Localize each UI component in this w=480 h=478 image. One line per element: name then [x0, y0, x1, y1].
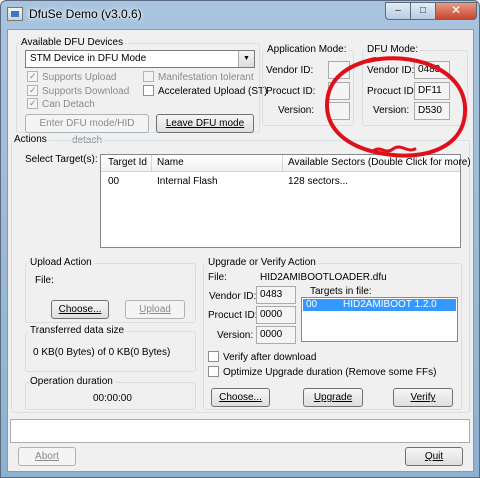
upgrade-choose-button[interactable]: Choose...	[211, 388, 270, 407]
accelerated-upload-option[interactable]: Accelerated Upload (ST)	[143, 85, 268, 98]
col-sectors[interactable]: Available Sectors (Double Click for more…	[288, 157, 471, 168]
target-file-id: 00	[306, 299, 318, 310]
upload-action-legend: Upload Action	[28, 257, 94, 268]
upgrade-choose-label: Choose...	[219, 392, 262, 403]
supports-download-label: Supports Download	[42, 86, 130, 98]
supports-download-option[interactable]: Supports Download	[27, 85, 130, 98]
quit-button[interactable]: Quit	[405, 447, 463, 466]
target-file-name: HID2AMIBOOT 1.2.0	[343, 299, 437, 310]
actions-legend: Actions	[12, 134, 49, 145]
duration-legend: Operation duration	[28, 376, 115, 387]
list-item[interactable]: 00 HID2AMIBOOT 1.2.0	[303, 299, 456, 311]
accelerated-upload-label: Accelerated Upload (ST)	[158, 86, 268, 98]
upgrade-button[interactable]: Upgrade	[303, 388, 363, 407]
manifestation-tolerant-checkbox[interactable]	[143, 71, 154, 82]
supports-upload-option[interactable]: Supports Upload	[27, 71, 117, 84]
leave-dfu-button[interactable]: Leave DFU mode	[156, 114, 254, 133]
transferred-legend: Transferred data size	[28, 325, 127, 336]
transferred-value: 0 KB(0 Bytes) of 0 KB(0 Bytes)	[33, 347, 171, 358]
supports-upload-checkbox[interactable]	[27, 71, 38, 82]
optimize-checkbox[interactable]	[208, 366, 219, 377]
title-bar[interactable]: DfuSe Demo (v3.0.6) – □ ✕	[1, 1, 479, 29]
upload-file-label: File:	[35, 275, 54, 286]
abort-label: Abort	[35, 451, 59, 462]
duration-value: 00:00:00	[93, 393, 132, 404]
chevron-down-icon[interactable]: ▼	[238, 51, 254, 67]
supports-download-checkbox[interactable]	[27, 85, 38, 96]
verify-button-label: Verify	[410, 392, 436, 403]
col-target-id[interactable]: Target Id	[108, 157, 147, 168]
leave-dfu-label: Leave DFU mode	[165, 118, 245, 129]
verify-after-download-checkbox[interactable]	[208, 351, 219, 362]
upgrade-version-label: Version:	[217, 330, 254, 341]
app-product-id-label: Procuct ID:	[266, 86, 316, 97]
can-detach-option[interactable]: Can Detach	[27, 98, 95, 111]
app-vendor-id-label: Vendor ID:	[266, 65, 314, 76]
upgrade-product-id-label: Procuct ID:	[208, 310, 258, 321]
abort-button[interactable]: Abort	[18, 447, 76, 466]
status-box	[10, 419, 470, 443]
window-title: DfuSe Demo (v3.0.6)	[29, 7, 142, 21]
app-icon	[7, 7, 23, 21]
optimize-label: Optimize Upgrade duration (Remove some F…	[223, 367, 437, 379]
dfu-version-label: Version:	[373, 105, 410, 116]
upgrade-product-id-field: 0000	[256, 306, 296, 324]
row-sectors: 128 sectors...	[288, 176, 349, 187]
device-select[interactable]: STM Device in DFU Mode ▼	[25, 50, 255, 68]
application-mode-legend: Application Mode:	[265, 44, 349, 55]
dfu-vendor-id-label: Vendor ID:	[367, 65, 415, 76]
device-select-value: STM Device in DFU Mode	[30, 53, 147, 64]
dfu-mode-legend: DFU Mode:	[365, 44, 421, 55]
optimize-option[interactable]: Optimize Upgrade duration (Remove some F…	[208, 366, 437, 379]
manifestation-tolerant-label: Manifestation tolerant	[158, 72, 254, 84]
app-product-id-field	[328, 82, 350, 100]
targets-list-header: Target Id Name Available Sectors (Double…	[101, 155, 471, 172]
app-vendor-id-field	[328, 61, 350, 79]
upgrade-legend: Upgrade or Verify Action	[206, 257, 318, 268]
can-detach-label: Can Detach	[42, 99, 95, 111]
upgrade-file-name: HID2AMIBOOTLOADER.dfu	[260, 272, 387, 283]
quit-label: Quit	[424, 451, 444, 462]
app-window: DfuSe Demo (v3.0.6) – □ ✕ Available DFU …	[0, 0, 480, 478]
row-name: Internal Flash	[157, 176, 218, 187]
upload-choose-button[interactable]: Choose...	[51, 300, 109, 319]
dfu-version-field: D530	[414, 102, 450, 120]
accelerated-upload-checkbox[interactable]	[143, 85, 154, 96]
dfu-vendor-id-field: 0483	[414, 61, 450, 79]
app-version-field	[328, 102, 350, 120]
select-targets-label: Select Target(s):	[25, 154, 98, 165]
verify-after-download-label: Verify after download	[223, 352, 317, 364]
dfu-product-id-field: DF11	[414, 82, 450, 100]
col-name[interactable]: Name	[157, 157, 184, 168]
upgrade-vendor-id-label: Vendor ID:	[209, 291, 257, 302]
upload-button[interactable]: Upload	[125, 300, 185, 319]
enter-dfu-button[interactable]: Enter DFU mode/HID detach	[25, 114, 149, 146]
upload-button-label: Upload	[139, 304, 171, 315]
client-area: Available DFU Devices STM Device in DFU …	[7, 29, 474, 472]
available-devices-legend: Available DFU Devices	[19, 37, 126, 48]
table-row[interactable]: 00 Internal Flash 128 sectors...	[102, 174, 459, 190]
upgrade-button-label: Upgrade	[313, 392, 353, 403]
minimize-button[interactable]: –	[385, 2, 411, 20]
verify-after-download-option[interactable]: Verify after download	[208, 351, 317, 364]
upgrade-file-label: File:	[208, 272, 227, 283]
close-button[interactable]: ✕	[435, 2, 477, 20]
targets-in-file-list[interactable]: 00 HID2AMIBOOT 1.2.0	[301, 297, 458, 342]
dfu-product-id-label: Procuct ID:	[367, 86, 417, 97]
upload-choose-label: Choose...	[58, 304, 102, 315]
targets-in-file-label: Targets in file:	[310, 286, 372, 297]
row-target-id: 00	[108, 176, 120, 187]
app-version-label: Version:	[278, 105, 315, 116]
upgrade-version-field: 0000	[256, 326, 296, 344]
can-detach-checkbox[interactable]	[27, 98, 38, 109]
supports-upload-label: Supports Upload	[42, 72, 117, 84]
manifestation-tolerant-option[interactable]: Manifestation tolerant	[143, 71, 254, 84]
maximize-button[interactable]: □	[410, 2, 436, 20]
upgrade-vendor-id-field: 0483	[256, 286, 296, 304]
targets-list[interactable]: Target Id Name Available Sectors (Double…	[100, 154, 471, 248]
verify-button[interactable]: Verify	[393, 388, 453, 407]
